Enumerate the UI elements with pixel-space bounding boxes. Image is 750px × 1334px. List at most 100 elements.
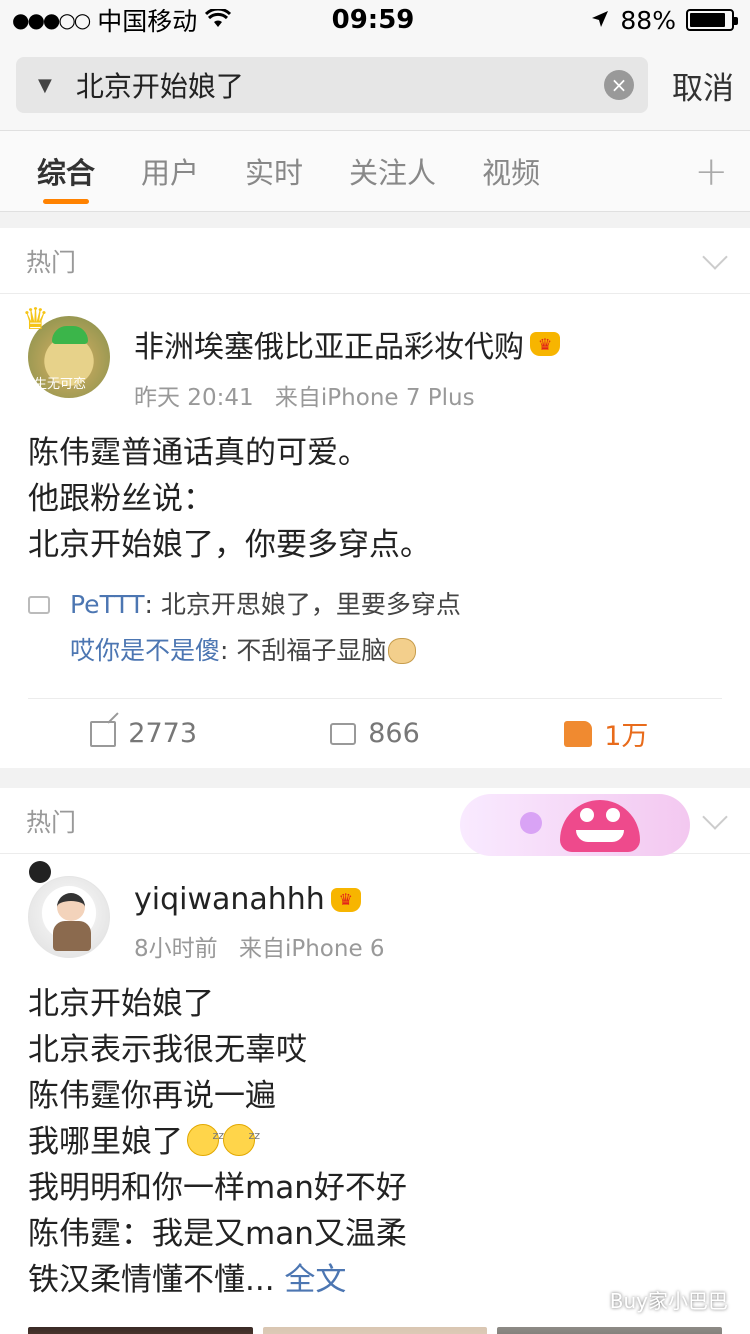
avatar-cap: [52, 326, 88, 344]
battery-percent: 88%: [620, 5, 676, 35]
status-left: ●●●○○ 中国移动: [12, 2, 272, 38]
status-bar: ●●●○○ 中国移动 09:59 88%: [0, 0, 750, 40]
post-line-text: 铁汉柔情懂不懂...: [28, 1262, 275, 1298]
post-time: 8小时前: [134, 936, 218, 962]
vip-crown-icon: ♛: [530, 332, 560, 356]
post-body: 北京开始娘了 北京表示我很无辜哎 陈伟霆你再说一遍 我哪里娘了 我明明和你一样m…: [28, 981, 722, 1303]
comment-item[interactable]: 哎你是不是傻 : 不刮福子显脑: [28, 628, 722, 674]
post-line: 我哪里娘了: [28, 1113, 722, 1165]
search-tabs: 综合 用户 实时 关注人 视频 +: [0, 130, 750, 212]
post-author: ♛ 生无可恋 非洲埃塞俄比亚正品彩妆代购 ♛ 昨天 20:41 来自iPhone…: [22, 302, 722, 412]
post[interactable]: yiqiwanahhh ♛ 8小时前 来自iPhone 6 北京开始娘了 北京表…: [0, 854, 750, 1334]
clear-search-icon[interactable]: ×: [604, 70, 634, 100]
tab-comprehensive[interactable]: 综合: [37, 130, 95, 212]
comment-preview[interactable]: PeTTT : 北京开思娘了，里要多穿点 哎你是不是傻 : 不刮福子显脑: [28, 582, 722, 674]
post-line: 陈伟霆你再说一遍: [28, 1078, 276, 1114]
status-time: 09:59: [331, 5, 415, 35]
sleepy-emoji-icon: [187, 1113, 224, 1159]
post[interactable]: ♛ 生无可恋 非洲埃塞俄比亚正品彩妆代购 ♛ 昨天 20:41 来自iPhone…: [0, 294, 750, 768]
avatar[interactable]: [28, 861, 110, 958]
section-label: 热门: [26, 247, 77, 277]
doge-emoji-icon: [388, 638, 417, 664]
user-name-row: yiqiwanahhh ♛: [134, 882, 385, 917]
comment-bubble-icon: [28, 596, 50, 614]
post-line: 陈伟霆：我是又man又温柔: [28, 1216, 407, 1252]
post-image[interactable]: [262, 1327, 488, 1334]
post-author: yiqiwanahhh ♛ 8小时前 来自iPhone 6: [28, 861, 722, 963]
battery-icon: [685, 9, 738, 31]
bubble-icon: [520, 812, 542, 834]
post-card: 热门 ♛ 生无可恋 非洲埃塞俄比亚正品彩妆代购 ♛ 昨天 20:41 来自iPh…: [0, 228, 750, 768]
post-time: 昨天 20:41: [134, 385, 254, 411]
wifi-icon: [205, 6, 232, 35]
repost-icon: [90, 720, 117, 747]
post-line: 北京开始娘了: [28, 986, 214, 1022]
avatar-text: 生无可恋: [34, 377, 87, 392]
section-header: 热门: [0, 788, 750, 856]
chevron-down-icon[interactable]: [702, 803, 728, 830]
comment-button[interactable]: 866: [259, 718, 490, 749]
battery-fill: [689, 13, 726, 27]
post-source: 来自iPhone 7 Plus: [274, 385, 475, 411]
user-name[interactable]: yiqiwanahhh: [134, 882, 325, 917]
location-arrow-icon: [590, 6, 610, 35]
search-bar: ▼ 北京开始娘了 × 取消: [0, 40, 750, 130]
user-info: yiqiwanahhh ♛ 8小时前 来自iPhone 6: [134, 876, 385, 963]
avatar[interactable]: ♛ 生无可恋: [22, 302, 110, 398]
chevron-down-icon[interactable]: [702, 243, 728, 270]
post-meta: 昨天 20:41 来自iPhone 7 Plus: [134, 378, 560, 412]
search-scope-dropdown-icon[interactable]: ▼: [38, 75, 52, 96]
search-query[interactable]: 北京开始娘了: [76, 65, 604, 105]
promo-banner[interactable]: [460, 794, 690, 856]
comment-icon: [330, 722, 357, 745]
full-text-link[interactable]: 全文: [284, 1262, 346, 1298]
post-source: 来自iPhone 6: [238, 936, 385, 962]
image-grid: [28, 1327, 723, 1334]
tab-realtime[interactable]: 实时: [245, 130, 303, 212]
post-card: 热门 yiqiwanahhh ♛ 8小时前 来自iPhone 6 北京开始娘了 …: [0, 788, 750, 1334]
post-image[interactable]: [497, 1327, 723, 1334]
carrier-name: 中国移动: [97, 7, 198, 36]
hair-knot: [29, 861, 51, 883]
action-bar: 2773 866 1万: [28, 698, 722, 768]
monster-mascot-icon: [560, 800, 640, 852]
watermark: Buy家小巴巴: [577, 1285, 728, 1314]
add-tab-icon[interactable]: +: [694, 149, 728, 195]
comment-item[interactable]: PeTTT : 北京开思娘了，里要多穿点: [28, 582, 722, 628]
tab-users[interactable]: 用户: [141, 130, 199, 212]
comment-count: 866: [368, 718, 420, 749]
search-input[interactable]: ▼ 北京开始娘了 ×: [16, 57, 648, 113]
signal-strength-icon: ●●●○○: [12, 8, 91, 32]
section-header: 热门: [0, 228, 750, 294]
tab-following[interactable]: 关注人: [349, 130, 436, 212]
comment-text: : 不刮福子显脑: [220, 636, 387, 665]
comment-user[interactable]: PeTTT: [70, 582, 145, 628]
crown-icon: ♛: [22, 302, 49, 337]
thumbs-up-icon: [564, 720, 593, 747]
post-line: 我明明和你一样man好不好: [28, 1170, 407, 1206]
user-info: 非洲埃塞俄比亚正品彩妆代购 ♛ 昨天 20:41 来自iPhone 7 Plus: [134, 316, 560, 412]
post-line-text: 我哪里娘了: [28, 1124, 183, 1160]
user-name[interactable]: 非洲埃塞俄比亚正品彩妆代购: [134, 322, 524, 366]
sleepy-emoji-icon: [223, 1113, 260, 1159]
section-label: 热门: [26, 807, 77, 837]
post-body: 陈伟霆普通话真的可爱。 他跟粉丝说： 北京开始娘了，你要多穿点。: [28, 430, 722, 568]
post-line: 北京开始娘了，你要多穿点。: [28, 527, 431, 563]
vip-crown-icon: ♛: [330, 887, 361, 912]
status-right: 88%: [474, 5, 738, 35]
avatar-head: [57, 893, 85, 921]
like-button[interactable]: 1万: [491, 714, 722, 753]
cancel-button[interactable]: 取消: [672, 63, 734, 108]
wechat-icon: [577, 1288, 604, 1311]
comment-text: : 北京开思娘了，里要多穿点: [144, 590, 461, 619]
tabs-fade: [646, 131, 676, 211]
user-name-row: 非洲埃塞俄比亚正品彩妆代购 ♛: [134, 322, 560, 366]
repost-count: 2773: [128, 718, 198, 749]
post-image[interactable]: [28, 1327, 253, 1334]
post-line: 他跟粉丝说：: [28, 481, 214, 517]
avatar-body: [53, 921, 91, 951]
post-line: 北京表示我很无辜哎: [28, 1032, 307, 1068]
comment-user[interactable]: 哎你是不是傻: [70, 628, 220, 674]
tab-video[interactable]: 视频: [482, 130, 540, 212]
repost-button[interactable]: 2773: [28, 718, 259, 749]
